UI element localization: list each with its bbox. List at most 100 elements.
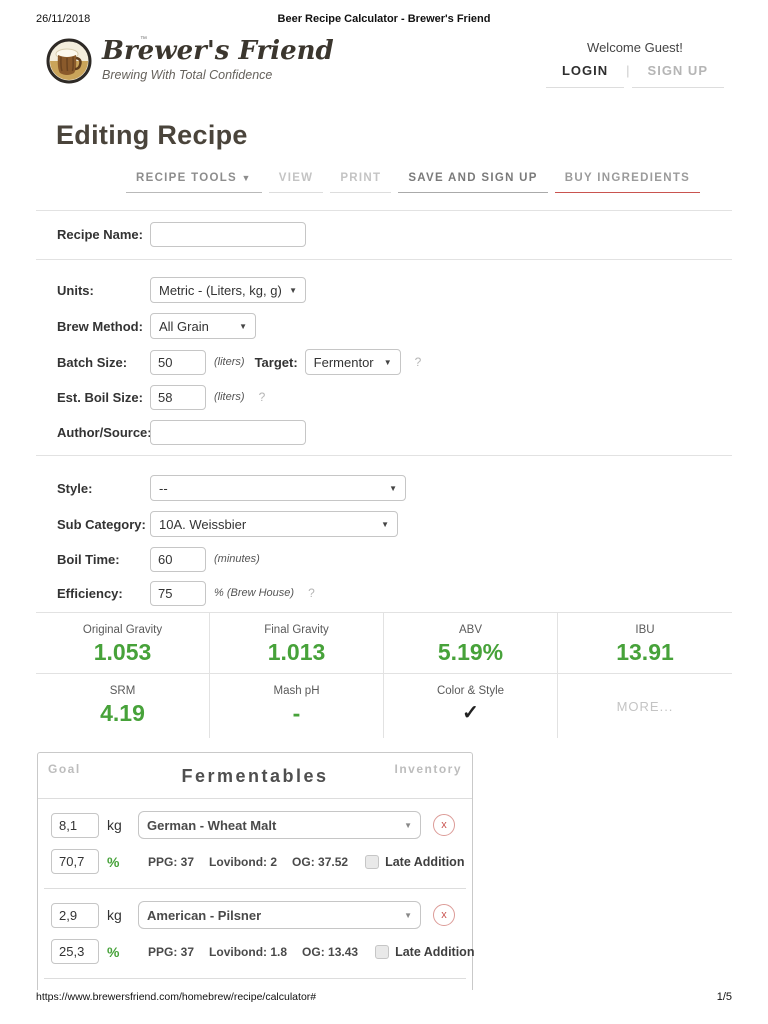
percent-sign: % <box>107 853 120 870</box>
remove-icon: x <box>441 909 447 921</box>
login-link[interactable]: LOGIN <box>545 63 625 88</box>
units-row: Units: Metric - (Liters, kg, g) ▼ <box>57 277 306 303</box>
efficiency-input[interactable] <box>150 580 206 606</box>
stat-abv: ABV 5.19% <box>384 613 558 674</box>
section-divider <box>36 259 732 260</box>
tab-recipe-tools[interactable]: RECIPE TOOLS ▼ <box>126 172 262 193</box>
auth-separator: | <box>626 63 630 78</box>
sub-category-select[interactable]: 10A. Weissbier ▼ <box>150 511 398 537</box>
fermentable-amount-input[interactable] <box>51 902 99 928</box>
stat-srm: SRM 4.19 <box>36 674 210 738</box>
remove-fermentable-button[interactable]: x <box>433 814 455 836</box>
recipe-name-label: Recipe Name: <box>57 226 143 242</box>
boil-time-label: Boil Time: <box>57 551 120 567</box>
sub-category-label: Sub Category: <box>57 516 146 532</box>
fermentable-stats: PPG: 37 Lovibond: 1.8 OG: 13.43 <box>148 945 358 959</box>
boil-size-unit: (liters) <box>214 391 245 403</box>
logo-wordmark: Brewer's Friend <box>102 36 334 66</box>
brew-method-label: Brew Method: <box>57 318 143 334</box>
fermentable-select[interactable]: American - Pilsner ▼ <box>138 901 421 929</box>
recipe-name-input[interactable] <box>150 221 306 247</box>
brew-method-select[interactable]: All Grain ▼ <box>150 313 256 339</box>
welcome-message: Welcome Guest! <box>587 40 683 55</box>
fermentable-percent-input[interactable] <box>51 849 99 874</box>
recipe-name-row: Recipe Name: <box>57 221 306 247</box>
remove-icon: x <box>441 819 447 831</box>
trademark-symbol: ™ <box>140 36 147 43</box>
boil-time-row: Boil Time: (minutes) <box>57 546 260 572</box>
brew-method-row: Brew Method: All Grain ▼ <box>57 313 256 339</box>
style-row: Style: -- ▼ <box>57 475 406 501</box>
dropdown-arrow-icon: ▼ <box>404 820 412 830</box>
boil-time-unit: (minutes) <box>214 553 260 565</box>
sub-category-row: Sub Category: 10A. Weissbier ▼ <box>57 511 398 537</box>
fermentable-amount-input[interactable] <box>51 812 99 838</box>
lovibond-value: Lovibond: 2 <box>209 854 278 869</box>
remove-fermentable-button[interactable]: x <box>433 904 455 926</box>
document-title: Beer Recipe Calculator - Brewer's Friend <box>277 13 491 25</box>
fermentable-percent-input[interactable] <box>51 939 99 964</box>
boil-size-input[interactable] <box>150 384 206 410</box>
dropdown-arrow-icon: ▼ <box>383 357 392 367</box>
batch-size-input[interactable] <box>150 349 206 375</box>
help-icon[interactable]: ? <box>259 390 266 404</box>
dropdown-arrow-icon: ▼ <box>404 910 412 920</box>
fermentables-header: Goal Fermentables Inventory <box>38 753 472 799</box>
fermentable-amount-unit: kg <box>107 817 122 833</box>
help-icon[interactable]: ? <box>308 586 315 600</box>
brewers-friend-logo[interactable]: ™ Brewer's Friend Brewing With Total Con… <box>46 36 334 84</box>
target-select[interactable]: Fermentor ▼ <box>304 349 401 375</box>
og-value: OG: 13.43 <box>302 944 359 959</box>
percent-sign: % <box>107 943 120 960</box>
ppg-value: PPG: 37 <box>148 854 195 869</box>
goal-tab[interactable]: Goal <box>48 762 81 776</box>
units-select[interactable]: Metric - (Liters, kg, g) ▼ <box>150 277 306 303</box>
stat-mash-ph: Mash pH - <box>210 674 384 738</box>
boil-size-row: Est. Boil Size: (liters) ? <box>57 384 265 410</box>
author-label: Author/Source: <box>57 424 152 440</box>
more-link[interactable]: MORE... <box>558 685 732 738</box>
inventory-tab[interactable]: Inventory <box>394 762 462 776</box>
print-page-number: 1/5 <box>716 991 732 1003</box>
dropdown-arrow-icon: ▼ <box>239 321 247 331</box>
check-icon: ✓ <box>462 702 479 724</box>
tab-print[interactable]: PRINT <box>330 172 392 193</box>
tab-buy-ingredients[interactable]: BUY INGREDIENTS <box>554 172 701 193</box>
tab-save-and-sign-up[interactable]: SAVE AND SIGN UP <box>398 172 548 193</box>
style-select[interactable]: -- ▼ <box>150 475 406 501</box>
fermentable-row: kg German - Wheat Malt▼ x % PPG: 37 Lovi… <box>38 799 472 888</box>
fermentable-select[interactable]: German - Wheat Malt ▼ <box>138 811 421 839</box>
og-value: OG: 37.52 <box>292 854 349 869</box>
help-icon[interactable]: ? <box>415 355 422 369</box>
batch-size-label: Batch Size: <box>57 354 128 370</box>
section-divider <box>36 455 732 456</box>
tab-view[interactable]: VIEW <box>268 172 324 193</box>
stat-more-cell: MORE... <box>558 674 732 738</box>
signup-link[interactable]: SIGN UP <box>631 63 724 88</box>
print-page: 26/11/2018 Beer Recipe Calculator - Brew… <box>0 0 768 1024</box>
author-input[interactable] <box>150 419 306 445</box>
fermentables-panel: Goal Fermentables Inventory kg German - … <box>37 752 474 990</box>
logo-tagline: Brewing With Total Confidence <box>102 68 273 82</box>
boil-time-input[interactable] <box>150 546 206 572</box>
late-addition-checkbox[interactable] <box>365 854 380 869</box>
batch-size-unit: (liters) <box>214 356 245 368</box>
stat-ibu: IBU 13.91 <box>558 613 732 674</box>
efficiency-label: Efficiency: <box>57 585 123 601</box>
stat-final-gravity: Final Gravity 1.013 <box>210 613 384 674</box>
batch-size-row: Batch Size: (liters) Target: Fermentor▼ … <box>57 349 421 375</box>
units-label: Units: <box>57 282 94 298</box>
efficiency-unit: % (Brew House) <box>214 587 295 599</box>
section-divider <box>36 210 732 211</box>
dropdown-arrow-icon: ▼ <box>389 483 397 493</box>
style-label: Style: <box>57 480 93 496</box>
boil-size-label: Est. Boil Size: <box>57 389 143 405</box>
beer-mug-logo-icon <box>46 38 92 84</box>
auth-area: Welcome Guest! LOGIN | SIGN UP <box>545 40 724 88</box>
stat-original-gravity: Original Gravity 1.053 <box>36 613 210 674</box>
ppg-value: PPG: 37 <box>148 944 195 959</box>
fermentable-stats: PPG: 37 Lovibond: 2 OG: 37.52 <box>148 855 348 869</box>
late-addition-checkbox[interactable] <box>375 944 390 959</box>
efficiency-row: Efficiency: % (Brew House) ? <box>57 580 315 606</box>
row-divider <box>44 978 466 979</box>
